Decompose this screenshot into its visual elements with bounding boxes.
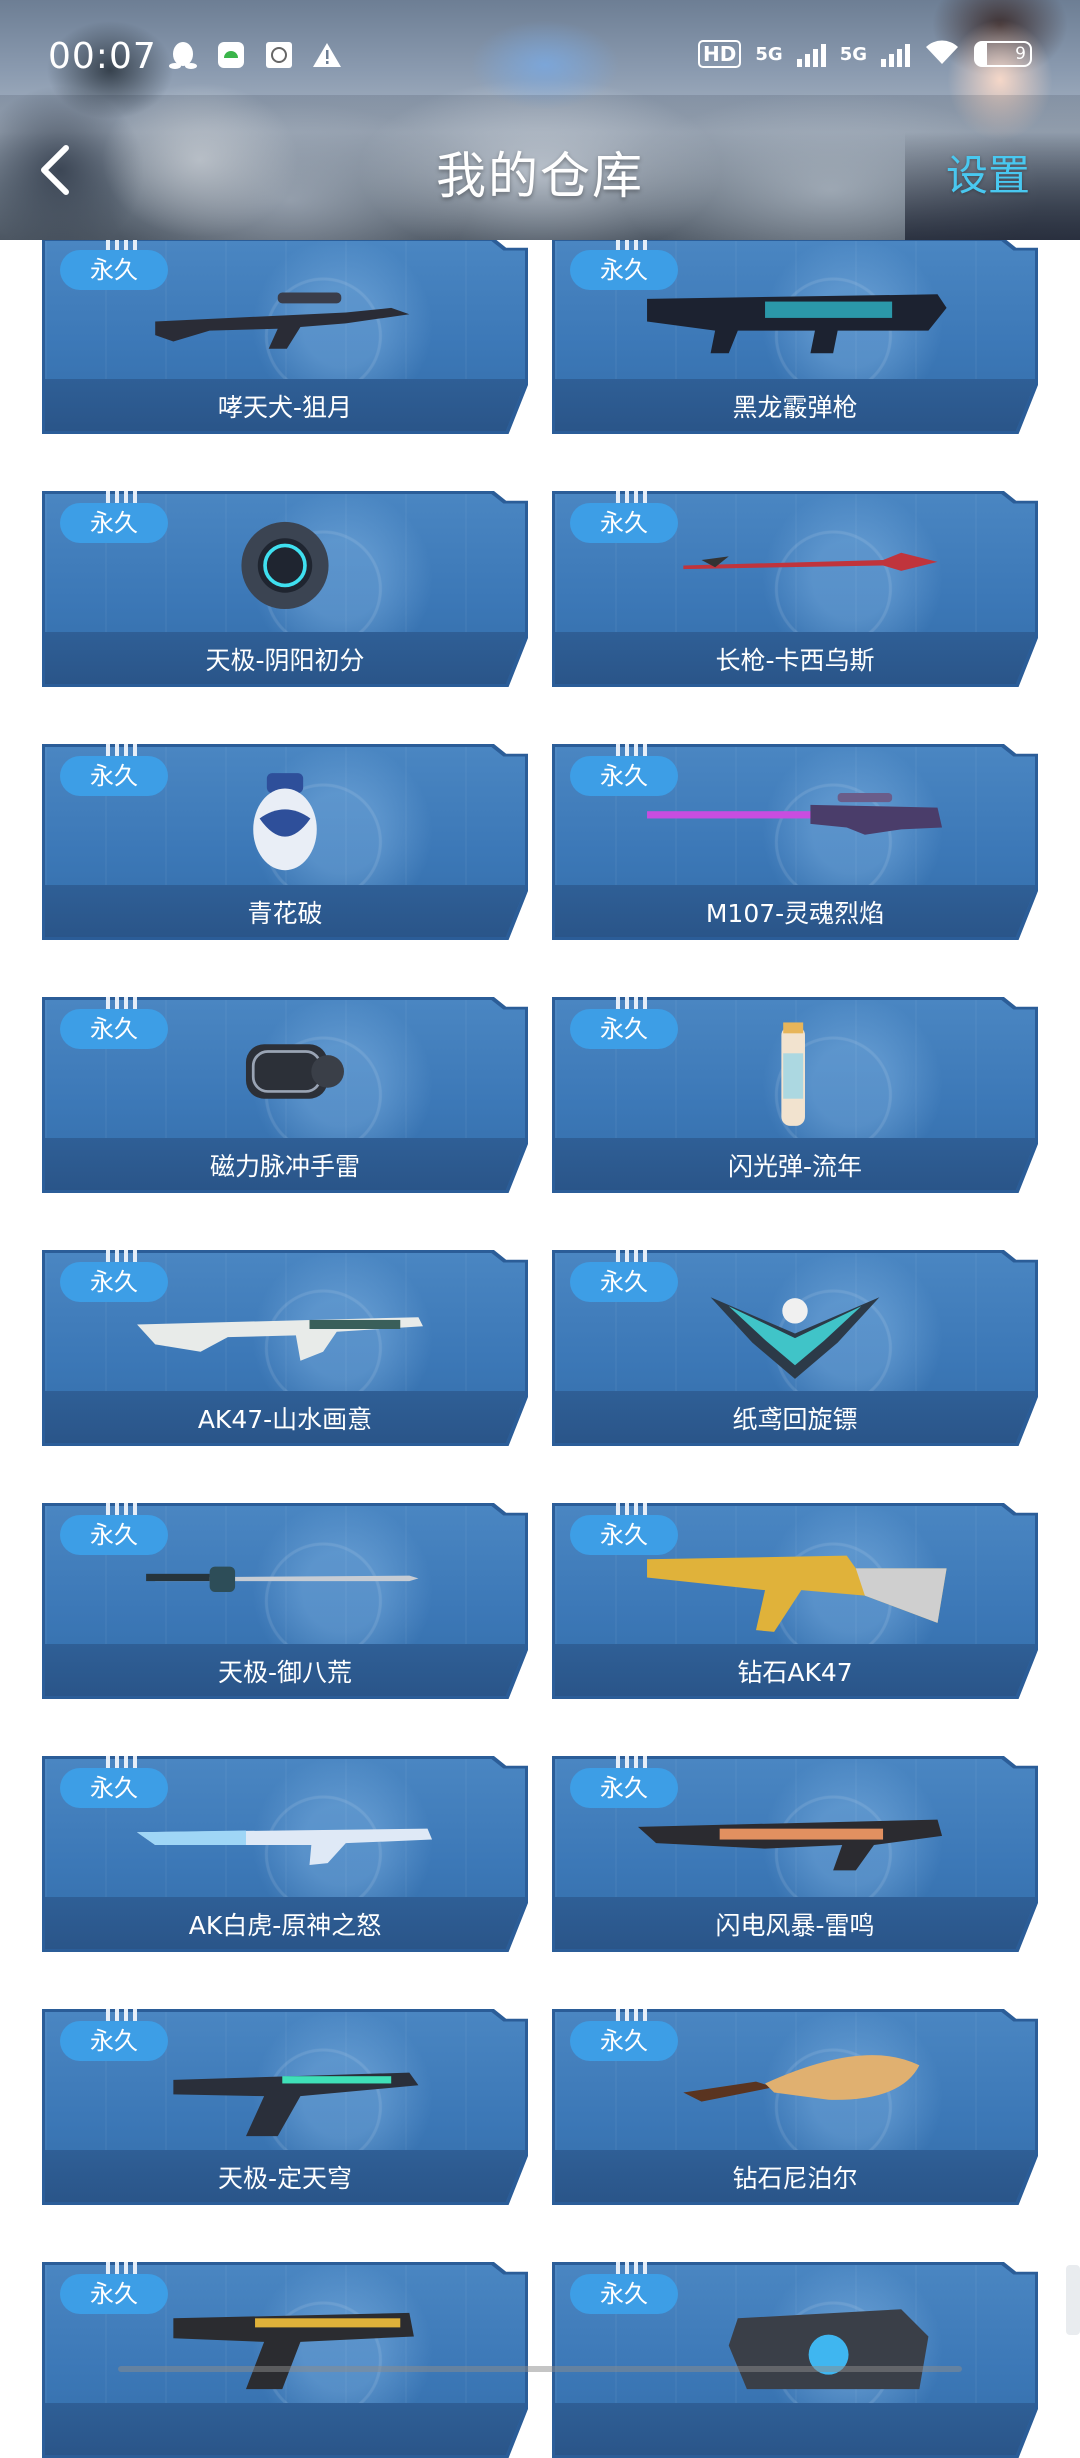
item-card[interactable]: 永久哮天犬-狙月: [42, 238, 528, 434]
card-tick-marks: [616, 997, 647, 1009]
home-indicator[interactable]: [118, 2366, 962, 2372]
item-card[interactable]: 永久长枪-卡西乌斯: [552, 491, 1038, 687]
permanent-badge: 永久: [570, 2274, 678, 2314]
qq-notification-icon: [168, 40, 198, 70]
item-name: AK47-山水画意: [197, 1405, 373, 1434]
card-tick-marks: [616, 2262, 647, 2274]
card-tick-marks: [616, 1250, 647, 1262]
item-name: [552, 2406, 1038, 2458]
item-card[interactable]: 永久天极-御八荒: [42, 1503, 528, 1699]
card-tick-marks: [106, 1503, 137, 1515]
item-card[interactable]: 永久: [552, 2262, 1038, 2458]
card-tick-marks: [616, 1503, 647, 1515]
permanent-badge: 永久: [570, 250, 678, 290]
settings-button[interactable]: 设置: [946, 142, 1030, 203]
permanent-badge: 永久: [60, 250, 168, 290]
item-card[interactable]: 永久纸鸢回旋镖: [552, 1250, 1038, 1446]
item-card[interactable]: 永久 AK47-山水画意: [42, 1250, 528, 1446]
card-tick-marks: [106, 744, 137, 756]
item-card[interactable]: 永久磁力脉冲手雷: [42, 997, 528, 1193]
page-title: 我的仓库: [436, 147, 644, 205]
card-tick-marks: [616, 491, 647, 503]
sim1-network-label: 5G: [755, 43, 783, 65]
permanent-badge: 永久: [60, 503, 168, 543]
item-name: 闪电风暴-雷鸣: [715, 1911, 875, 1940]
permanent-badge: 永久: [60, 1768, 168, 1808]
wifi-icon: [924, 38, 960, 70]
card-tick-marks: [106, 491, 137, 503]
permanent-badge: 永久: [60, 1009, 168, 1049]
item-card[interactable]: 永久钻石尼泊尔: [552, 2009, 1038, 2205]
app-notification-icon: [264, 40, 294, 70]
permanent-badge: 永久: [60, 756, 168, 796]
status-time: 00:07: [48, 36, 157, 77]
item-name: 青花破: [247, 899, 323, 928]
card-tick-marks: [616, 1756, 647, 1768]
item-card[interactable]: 永久 M107-灵魂烈焰: [552, 744, 1038, 940]
permanent-badge: 永久: [60, 2021, 168, 2061]
card-tick-marks: [616, 744, 647, 756]
sim1-signal-icon: [796, 41, 826, 67]
item-card[interactable]: 永久黑龙霰弹枪: [552, 238, 1038, 434]
item-card[interactable]: 永久 AK白虎-原神之怒: [42, 1756, 528, 1952]
card-tick-marks: [106, 1756, 137, 1768]
permanent-badge: 永久: [570, 1768, 678, 1808]
permanent-badge: 永久: [570, 1009, 678, 1049]
card-tick-marks: [106, 2009, 137, 2021]
android-notification-icon: [216, 40, 246, 70]
permanent-badge: 永久: [570, 756, 678, 796]
scroll-handle[interactable]: [1066, 2265, 1080, 2335]
item-name: 纸鸢回旋镖: [732, 1405, 858, 1434]
item-name: 天极-阴阳初分: [205, 646, 365, 675]
item-name: 黑龙霰弹枪: [732, 393, 858, 422]
warehouse-grid: 永久 哮天犬-狙月 永久 黑龙霰弹枪 永久 天极-阴阳初分 永久 长枪-卡西乌斯 永久 青花破 永久…: [0, 0, 1080, 2458]
item-name: 哮天犬-狙月: [217, 393, 353, 422]
item-name: 钻石尼泊尔: [732, 2164, 858, 2193]
permanent-badge: 永久: [570, 503, 678, 543]
item-card[interactable]: 永久青花破: [42, 744, 528, 940]
item-name: 磁力脉冲手雷: [209, 1152, 360, 1181]
sim2-signal-icon: [881, 41, 910, 67]
item-card[interactable]: 永久天极-定天穹: [42, 2009, 528, 2205]
card-tick-marks: [106, 1250, 137, 1262]
status-bar: 00:07 HD 5G 5G 9: [0, 0, 1080, 95]
hd-voice-indicator: HD: [698, 40, 742, 68]
card-tick-marks: [616, 2009, 647, 2021]
item-card[interactable]: 永久闪电风暴-雷鸣: [552, 1756, 1038, 1952]
battery-icon: 9: [974, 41, 1032, 67]
item-name: 闪光弹-流年: [727, 1152, 863, 1181]
card-tick-marks: [106, 997, 137, 1009]
permanent-badge: 永久: [60, 1262, 168, 1302]
card-tick-marks: [106, 2262, 137, 2274]
item-name: 天极-御八荒: [217, 1658, 353, 1687]
permanent-badge: 永久: [60, 1515, 168, 1555]
permanent-badge: 永久: [570, 1515, 678, 1555]
item-name: 长枪-卡西乌斯: [715, 646, 875, 675]
sim2-network-label: 5G: [839, 43, 867, 65]
permanent-badge: 永久: [570, 2021, 678, 2061]
permanent-badge: 永久: [60, 2274, 168, 2314]
item-name: 天极-定天穹: [217, 2164, 353, 2193]
item-card[interactable]: 永久天极-阴阳初分: [42, 491, 528, 687]
item-card[interactable]: 永久闪光弹-流年: [552, 997, 1038, 1193]
item-card[interactable]: 永久钻石AK47: [552, 1503, 1038, 1699]
permanent-badge: 永久: [570, 1262, 678, 1302]
item-name: [42, 2406, 528, 2458]
item-name: 钻石AK47: [737, 1658, 853, 1687]
item-card[interactable]: 永久: [42, 2262, 528, 2458]
warning-icon: [312, 40, 342, 70]
item-name: M107-灵魂烈焰: [705, 899, 885, 928]
item-name: AK白虎-原神之怒: [188, 1911, 382, 1940]
